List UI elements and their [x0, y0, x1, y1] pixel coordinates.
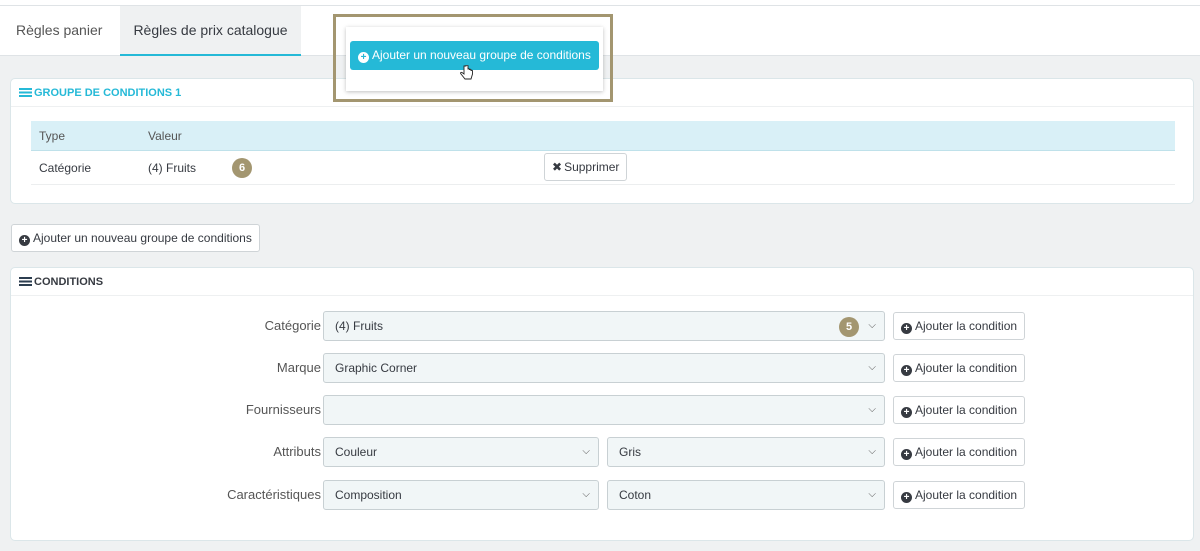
feature-value-2: Coton	[619, 488, 652, 502]
row-value: (4) Fruits	[148, 161, 196, 175]
condition-row-brand: Marque Graphic Corner ⌵ + Ajouter la cond…	[11, 353, 1195, 383]
delete-button[interactable]: ✖ Supprimer	[544, 153, 628, 181]
add-condition-label: Ajouter la condition	[915, 403, 1018, 417]
chevron-down-icon: ⌵	[868, 362, 876, 373]
delete-label: Supprimer	[564, 160, 620, 174]
add-condition-button[interactable]: + Ajouter la condition	[893, 354, 1026, 382]
plus-circle-icon: +	[358, 52, 369, 63]
attribute-value-select[interactable]: Gris ⌵	[607, 437, 885, 467]
highlight-callout: + Ajouter un nouveau groupe de conditions	[333, 14, 613, 102]
condition-group-table: Type Valeur Catégorie (4) Fruits 6 ✖ Supp…	[31, 121, 1175, 185]
condition-row-features: Caractéristiques Composition ⌵ Coton ⌵ +…	[11, 480, 1195, 510]
plus-circle-icon: +	[901, 365, 912, 376]
attribute-group-select[interactable]: Couleur ⌵	[323, 437, 599, 467]
table-row: Catégorie (4) Fruits 6 ✖ Supprimer	[31, 151, 1175, 185]
tab-catalog-price-rules[interactable]: Règles de prix catalogue	[120, 6, 301, 56]
close-icon: ✖	[552, 160, 563, 174]
feature-value-select[interactable]: Coton ⌵	[607, 480, 885, 510]
plus-circle-icon: +	[901, 407, 912, 418]
add-condition-label: Ajouter la condition	[915, 488, 1018, 502]
conditions-title: CONDITIONS	[34, 276, 104, 288]
suppliers-label: Fournisseurs	[245, 402, 321, 417]
chevron-down-icon: ⌵	[868, 446, 876, 457]
add-condition-label: Ajouter la condition	[915, 445, 1018, 459]
chevron-down-icon: ⌵	[868, 404, 876, 415]
add-condition-group-primary-button[interactable]: + Ajouter un nouveau groupe de conditions	[350, 41, 599, 70]
chevron-down-icon: ⌵	[868, 320, 876, 331]
condition-row-category: Catégorie (4) Fruits 5 ⌵ + Ajouter la con…	[11, 311, 1195, 341]
category-select[interactable]: (4) Fruits 5 ⌵	[323, 311, 885, 341]
category-label: Catégorie	[264, 318, 321, 333]
plus-circle-icon: +	[901, 323, 912, 334]
condition-row-suppliers: Fournisseurs ⌵ + Ajouter la condition	[11, 395, 1195, 425]
category-value: (4) Fruits	[335, 319, 383, 333]
condition-row-attributes: Attributs Couleur ⌵ Gris ⌵ + Ajouter la c…	[11, 437, 1195, 467]
add-group-label: Ajouter un nouveau groupe de conditions	[33, 231, 252, 245]
tab-cart-rules[interactable]: Règles panier	[16, 6, 102, 56]
brand-label: Marque	[276, 360, 321, 375]
callout-card: + Ajouter un nouveau groupe de conditions	[346, 27, 603, 91]
plus-circle-icon: +	[901, 449, 912, 460]
add-condition-button[interactable]: + Ajouter la condition	[893, 312, 1026, 340]
table-header: Type Valeur	[31, 121, 1175, 151]
column-header-type: Type	[39, 129, 66, 143]
add-condition-button[interactable]: + Ajouter la condition	[893, 481, 1026, 509]
plus-circle-icon: +	[19, 235, 30, 246]
add-condition-group-button[interactable]: + Ajouter un nouveau groupe de conditions	[11, 224, 260, 252]
add-condition-label: Ajouter la condition	[915, 361, 1018, 375]
features-label: Caractéristiques	[227, 487, 321, 502]
list-icon	[19, 277, 32, 286]
row-type: Catégorie	[39, 161, 92, 175]
add-condition-button[interactable]: + Ajouter la condition	[893, 438, 1026, 466]
attribute-value: Gris	[619, 445, 641, 459]
chevron-down-icon: ⌵	[582, 489, 590, 500]
hand-cursor-icon	[460, 65, 473, 80]
add-condition-label: Ajouter la condition	[915, 319, 1018, 333]
add-condition-button[interactable]: + Ajouter la condition	[893, 396, 1026, 424]
condition-group-title: GROUPE DE CONDITIONS 1	[34, 87, 182, 99]
attributes-label: Attributs	[273, 444, 321, 459]
feature-select[interactable]: Composition ⌵	[323, 480, 599, 510]
chevron-down-icon: ⌵	[582, 446, 590, 457]
suppliers-select[interactable]: ⌵	[323, 395, 885, 425]
primary-button-label: Ajouter un nouveau groupe de conditions	[372, 48, 591, 62]
plus-circle-icon: +	[901, 492, 912, 503]
brand-value: Graphic Corner	[335, 361, 418, 375]
conditions-panel: CONDITIONS Catégorie (4) Fruits 5 ⌵ + Ajo…	[10, 267, 1194, 541]
step-badge: 5	[839, 317, 859, 337]
conditions-header: CONDITIONS	[11, 268, 1193, 296]
feature-value: Composition	[335, 488, 402, 502]
chevron-down-icon: ⌵	[868, 489, 876, 500]
list-icon	[19, 88, 32, 97]
column-header-value: Valeur	[148, 129, 182, 143]
brand-select[interactable]: Graphic Corner ⌵	[323, 353, 885, 383]
attribute-group-value: Couleur	[335, 445, 378, 459]
step-badge: 6	[232, 158, 252, 178]
